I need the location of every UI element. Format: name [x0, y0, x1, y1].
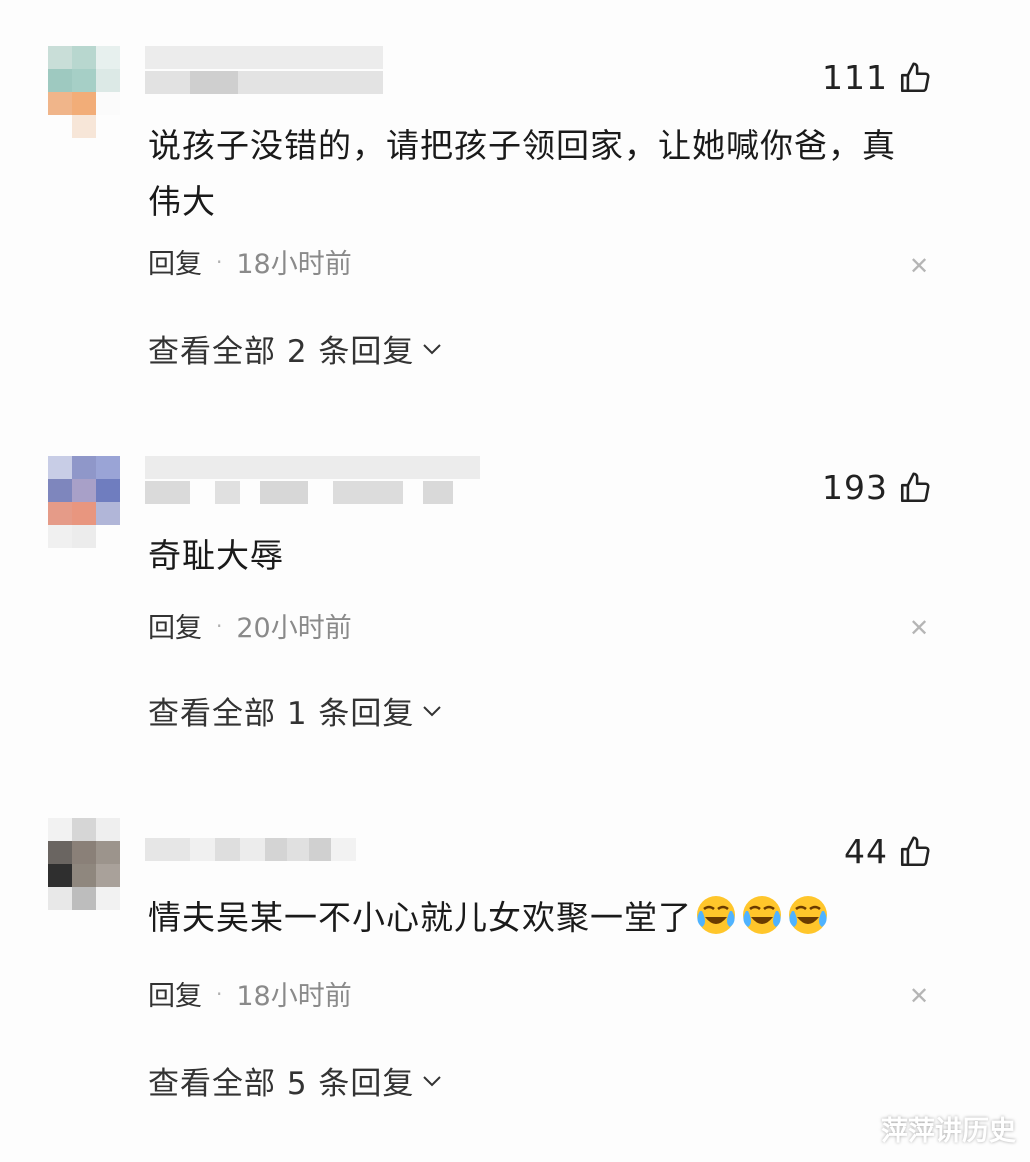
- close-icon[interactable]: ✕: [909, 254, 929, 278]
- meta-separator: ·: [216, 249, 223, 274]
- username-blurred[interactable]: [145, 46, 383, 94]
- comment-time: 18小时前: [236, 249, 352, 280]
- chevron-down-icon: [423, 705, 442, 716]
- comment-text-content: 情夫吴某一不小心就儿女欢聚一堂了: [148, 898, 692, 937]
- like-count: 193: [822, 468, 888, 507]
- crying-laughing-emoji-icon: [789, 896, 827, 934]
- comment-time: 20小时前: [236, 613, 352, 644]
- comment-meta: 回复 · 18小时前: [148, 242, 352, 281]
- chevron-down-icon: [423, 343, 442, 354]
- comment-meta: 回复 · 20小时前: [148, 606, 352, 645]
- view-replies-button[interactable]: 查看全部 5 条回复: [148, 1058, 444, 1103]
- avatar[interactable]: [48, 46, 120, 138]
- thumbs-up-icon: [900, 836, 930, 866]
- comment-text: 奇耻大辱: [148, 536, 284, 575]
- view-replies-button[interactable]: 查看全部 2 条回复: [148, 326, 444, 371]
- comment-time: 18小时前: [236, 981, 352, 1012]
- crying-laughing-emoji-icon: [743, 896, 781, 934]
- thumbs-up-icon: [900, 472, 930, 502]
- like-count: 111: [822, 58, 888, 97]
- comment-item: 44 情夫吴某一不小心就儿女欢聚一堂了 回复 · 18小时前 ✕ 查看全部 5 …: [0, 818, 1030, 1118]
- like-button[interactable]: 193: [822, 468, 932, 507]
- comment-item: 193 奇耻大辱 回复 · 20小时前 ✕ 查看全部 1 条回复: [0, 456, 1030, 746]
- meta-separator: ·: [216, 613, 223, 638]
- reply-button[interactable]: 回复: [148, 242, 202, 281]
- watermark: 萍萍讲历史: [881, 1116, 1016, 1147]
- comment-item: 111 说孩子没错的，请把孩子领回家，让她喊你爸，真伟大 回复 · 18小时前 …: [0, 46, 1030, 376]
- comment-meta: 回复 · 18小时前: [148, 974, 352, 1013]
- thumbs-up-icon: [900, 62, 930, 92]
- like-button[interactable]: 111: [822, 58, 932, 97]
- reply-button[interactable]: 回复: [148, 974, 202, 1013]
- view-replies-label: 查看全部 5 条回复: [148, 1066, 415, 1102]
- username-blurred[interactable]: [145, 456, 480, 504]
- view-replies-label: 查看全部 1 条回复: [148, 696, 415, 732]
- comment-text: 说孩子没错的，请把孩子领回家，让她喊你爸，真伟大: [148, 126, 896, 221]
- avatar[interactable]: [48, 456, 120, 548]
- reply-button[interactable]: 回复: [148, 606, 202, 645]
- crying-laughing-emoji-icon: [697, 896, 735, 934]
- avatar[interactable]: [48, 818, 120, 910]
- view-replies-label: 查看全部 2 条回复: [148, 334, 415, 370]
- like-count: 44: [844, 832, 888, 871]
- close-icon[interactable]: ✕: [909, 616, 929, 640]
- close-icon[interactable]: ✕: [909, 984, 929, 1008]
- username-blurred[interactable]: [145, 838, 356, 886]
- view-replies-button[interactable]: 查看全部 1 条回复: [148, 688, 444, 733]
- comment-text: 情夫吴某一不小心就儿女欢聚一堂了: [148, 890, 928, 946]
- like-button[interactable]: 44: [844, 832, 932, 871]
- chevron-down-icon: [423, 1075, 442, 1086]
- meta-separator: ·: [216, 981, 223, 1006]
